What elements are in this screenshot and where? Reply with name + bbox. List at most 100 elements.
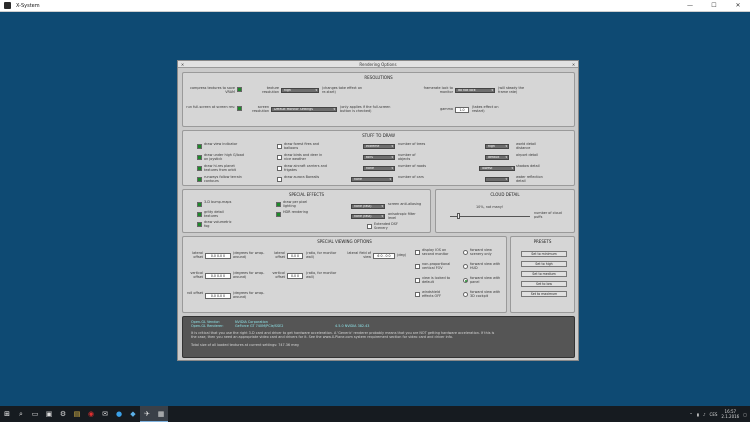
dialog-close-icon[interactable]: ✕ [180, 62, 185, 67]
framerate-select[interactable]: do not lock [455, 88, 495, 93]
extended-dsf-checkbox[interactable] [367, 224, 372, 229]
stuff-checkbox[interactable] [197, 177, 202, 182]
preset-button[interactable]: Set to medium [521, 271, 567, 277]
stuff-checkbox[interactable] [197, 144, 202, 149]
rendering-options-dialog: ✕ Rendering Options ✕ RESOLUTIONS compre… [177, 60, 579, 361]
view-checkbox-label: non-proportional vertical FOV [422, 262, 451, 270]
effect-checkbox[interactable] [276, 212, 281, 217]
effect-checkbox[interactable] [276, 202, 281, 207]
language-indicator[interactable]: CES [710, 412, 718, 417]
preset-button[interactable]: Set to minimum [521, 251, 567, 257]
notifications-icon[interactable]: ▢ [743, 412, 747, 417]
stuff-select[interactable]: none [363, 166, 395, 171]
opera-icon[interactable]: ◉ [84, 406, 98, 422]
framerate-note: (will steady the frame rate) [498, 86, 525, 94]
detail-select-label: airport detail [516, 153, 538, 157]
cloud-slider-track[interactable] [450, 216, 530, 217]
stuff-select[interactable]: extreme [363, 144, 395, 149]
view-radio[interactable] [463, 292, 468, 297]
view-checkbox[interactable] [415, 264, 420, 269]
cloud-label: number of cloud puffs [534, 211, 562, 219]
detail-select[interactable]: lowest [479, 166, 515, 171]
maximize-button[interactable]: ☐ [702, 0, 726, 12]
cloud-title: CLOUD DETAIL [490, 192, 520, 197]
minimize-button[interactable]: — [678, 0, 702, 12]
tray-arrow-icon[interactable]: ⌃ [689, 412, 692, 417]
gamma-note: (takes effect on restart) [472, 105, 499, 113]
vert-ratio-label: vertical offset [272, 271, 285, 279]
view-radio[interactable] [463, 264, 468, 269]
stuff-select[interactable]: tons [363, 155, 395, 160]
effect-label: draw volumetric fog [204, 220, 232, 228]
roll-offset-label: roll offset [187, 291, 203, 295]
taskbar: ⊞ ⌕ ▭ ▣ ⚙ ▤ ◉ ✉ ● ◆ ✈ ▦ ⌃ ▮ ♪ CES 16:57 … [0, 406, 750, 422]
stuff-checkbox[interactable] [277, 144, 282, 149]
windows-start-icon[interactable]: ⊞ [0, 406, 14, 422]
cloud-slider-knob[interactable] [456, 213, 460, 219]
texture-total: Total size of all loaded textures at cur… [191, 343, 299, 347]
stuff-checkbox[interactable] [277, 155, 282, 160]
anti-aliasing-select[interactable]: none (fast) [351, 204, 385, 209]
app-icon-taskbar[interactable]: ◆ [126, 406, 140, 422]
clock-date: 2.1.2016 [721, 414, 740, 419]
file-explorer-icon[interactable]: ▤ [70, 406, 84, 422]
preset-button[interactable]: Set to high [521, 261, 567, 267]
task-view-icon[interactable]: ▭ [28, 406, 42, 422]
fullscreen-checkbox[interactable] [237, 106, 242, 111]
xsystem-taskbar-icon[interactable]: ▦ [154, 406, 168, 422]
stuff-label: draw under high G/load on joystick [204, 153, 244, 161]
presets-panel: PRESETS Set to minimum Set to high Set to … [510, 236, 575, 313]
preset-button[interactable]: Set to maximum [521, 291, 567, 297]
stuff-select[interactable]: none [351, 177, 393, 182]
search-icon[interactable]: ⌕ [14, 406, 28, 422]
app-icon [4, 2, 11, 9]
stuff-checkbox[interactable] [277, 177, 282, 182]
window-titlebar: X-System — ☐ ✕ [0, 0, 750, 12]
skype-icon[interactable]: ● [112, 406, 126, 422]
close-button[interactable]: ✕ [726, 0, 750, 12]
view-radio[interactable] [463, 278, 468, 283]
anisotropic-label: anisotropic filter level [388, 212, 416, 220]
settings-icon[interactable]: ⚙ [56, 406, 70, 422]
view-radio[interactable] [463, 250, 468, 255]
stuff-checkbox[interactable] [197, 155, 202, 160]
compress-label: compress textures to save VRAM [190, 86, 235, 94]
store-icon[interactable]: ▣ [42, 406, 56, 422]
texture-res-select[interactable]: high [281, 88, 319, 93]
view-checkbox[interactable] [415, 278, 420, 283]
detail-select[interactable]: high [485, 144, 509, 149]
cloud-detail-panel: CLOUD DETAIL 10%, not many! number of cl… [435, 189, 575, 233]
vert-ratio-field[interactable]: 0.0 0 [287, 273, 303, 279]
stuff-checkbox[interactable] [197, 166, 202, 171]
detail-select[interactable]: default [485, 155, 509, 160]
effect-label: draw per pixel lighting [283, 200, 308, 208]
lateral-offset-field[interactable]: 0.0 0.0 0 [205, 253, 231, 259]
effect-checkbox[interactable] [197, 222, 202, 227]
stuff-label: draw hi-res planet textures from orbit [204, 164, 236, 172]
clock[interactable]: 16:57 2.1.2016 [721, 409, 739, 419]
roll-offset-field[interactable]: 0.0 0.0 0 [205, 293, 231, 299]
stuff-checkbox[interactable] [277, 166, 282, 171]
gamma-field[interactable]: 1.0 [455, 107, 469, 113]
effect-checkbox[interactable] [197, 202, 202, 207]
effect-checkbox[interactable] [197, 212, 202, 217]
view-checkbox[interactable] [415, 250, 420, 255]
fov-field[interactable]: 6 0 . 0 0 [373, 253, 395, 259]
detail-select[interactable] [485, 177, 509, 182]
stuff-label: draw forest fires and balloons [284, 142, 320, 150]
fov-unit: (deg) [397, 253, 407, 257]
effect-label: gritty detail textures [204, 210, 224, 218]
xplane-taskbar-icon[interactable]: ✈ [140, 406, 154, 422]
lat-ratio-field[interactable]: 0.0 0 [287, 253, 303, 259]
compress-checkbox[interactable] [237, 87, 242, 92]
preset-button[interactable]: Set to low [521, 281, 567, 287]
dialog-close-icon-right[interactable]: ✕ [571, 62, 576, 67]
network-icon[interactable]: ▮ [697, 412, 699, 417]
lateral-offset-label: lateral offset [192, 251, 203, 259]
screen-res-select[interactable]: Default Monitor Settings [271, 107, 337, 112]
mail-icon[interactable]: ✉ [98, 406, 112, 422]
vertical-offset-field[interactable]: 0.0 0.0 0 [205, 273, 231, 279]
anisotropic-select[interactable]: none (fast) [351, 214, 385, 219]
volume-icon[interactable]: ♪ [703, 412, 706, 417]
view-checkbox[interactable] [415, 292, 420, 297]
